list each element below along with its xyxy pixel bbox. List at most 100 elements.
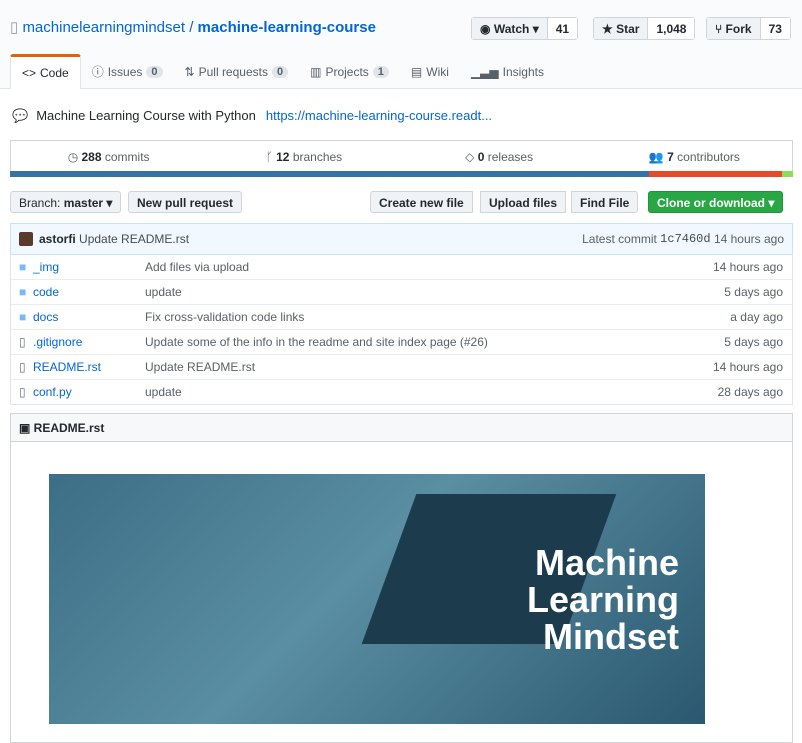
file-commit-message[interactable]: update bbox=[145, 385, 718, 399]
repo-title: ▯ machinelearningmindset / machine-learn… bbox=[10, 18, 376, 36]
releases-count: 0 bbox=[477, 150, 485, 164]
file-age: 5 days ago bbox=[724, 335, 783, 349]
comment-icon: 💬 bbox=[12, 108, 29, 123]
branch-label: Branch: bbox=[19, 196, 61, 210]
file-name[interactable]: .gitignore bbox=[33, 335, 145, 349]
tab-count: 0 bbox=[271, 65, 289, 78]
repo-icon: ▯ bbox=[10, 19, 19, 36]
repo-tabs: <> Code ⓘ Issues 0 ⇅ Pull requests 0 ▥ Project… bbox=[10, 54, 555, 89]
watch-label: Watch ▾ bbox=[493, 22, 539, 36]
branches-count: 12 bbox=[276, 150, 290, 164]
star-count[interactable]: 1,048 bbox=[647, 18, 695, 39]
homepage-link[interactable]: https://machine-learning-course.readt... bbox=[266, 108, 492, 124]
watch-count[interactable]: 41 bbox=[546, 18, 578, 39]
star-button[interactable]: ★ Star 1,048 bbox=[593, 17, 696, 40]
file-icon: ▯ bbox=[19, 335, 26, 349]
releases-label: releases bbox=[487, 150, 534, 164]
file-row[interactable]: ▯ README.rst Update README.rst 14 hours ago bbox=[11, 354, 792, 379]
readme-title: README.rst bbox=[33, 421, 105, 435]
wiki-icon: ▤ bbox=[410, 64, 423, 79]
new-pull-request-button[interactable]: New pull request bbox=[128, 191, 243, 213]
clone-download-button[interactable]: Clone or download ▾ bbox=[648, 191, 784, 213]
eye-icon: ◉ bbox=[480, 22, 494, 36]
file-commit-message[interactable]: Update some of the info in the readme an… bbox=[145, 335, 724, 349]
people-icon: 👥 bbox=[648, 150, 668, 164]
commit-sha[interactable]: 1c7460d bbox=[660, 232, 710, 246]
banner-line: Machine bbox=[534, 542, 679, 583]
branch-select[interactable]: Branch: master ▾ bbox=[10, 191, 122, 213]
avatar bbox=[19, 232, 33, 246]
file-commit-message[interactable]: Add files via upload bbox=[145, 260, 713, 274]
tab-label: Pull requests bbox=[198, 64, 268, 79]
history-icon: ◷ bbox=[67, 150, 82, 164]
tag-icon: ◇ bbox=[465, 150, 478, 164]
description-text: Machine Learning Course with Python bbox=[36, 108, 256, 123]
language-segment[interactable] bbox=[782, 171, 793, 177]
file-name[interactable]: code bbox=[33, 285, 145, 299]
latest-commit-bar: astorfi Update README.rst Latest commit … bbox=[10, 223, 793, 255]
tab-count: 1 bbox=[372, 65, 389, 78]
contributors-label: contributors bbox=[677, 150, 740, 164]
fork-label: Fork bbox=[725, 22, 752, 36]
banner-line: Mindset bbox=[542, 616, 679, 657]
pull-request-icon: ⇅ bbox=[184, 64, 195, 79]
branch-icon: ᚴ bbox=[265, 150, 277, 164]
owner-link[interactable]: machinelearningmindset bbox=[22, 19, 185, 36]
folder-icon: ■ bbox=[19, 285, 27, 299]
file-name[interactable]: README.rst bbox=[33, 360, 145, 374]
fork-count[interactable]: 73 bbox=[759, 18, 790, 39]
separator: / bbox=[189, 19, 194, 36]
tab-label: Projects bbox=[325, 64, 369, 79]
file-row[interactable]: ▯ conf.py update 28 days ago bbox=[11, 379, 792, 404]
file-age: 14 hours ago bbox=[712, 259, 783, 274]
tab-wiki[interactable]: ▤ Wiki bbox=[400, 54, 460, 89]
language-segment[interactable] bbox=[10, 171, 649, 177]
file-commit-message[interactable]: update bbox=[145, 285, 724, 299]
file-name[interactable]: _img bbox=[33, 260, 145, 274]
issue-icon: ⓘ bbox=[91, 65, 104, 79]
tab-code[interactable]: <> Code bbox=[10, 54, 81, 89]
fork-button[interactable]: ⑂ Fork 73 bbox=[706, 17, 791, 40]
code-icon: <> bbox=[22, 66, 37, 80]
tab-count: 0 bbox=[146, 65, 163, 78]
language-segment[interactable] bbox=[648, 171, 783, 177]
tab-pull-requests[interactable]: ⇅ Pull requests 0 bbox=[174, 54, 300, 89]
latest-commit-label: Latest commit bbox=[582, 232, 657, 246]
upload-files-button[interactable]: Upload files bbox=[480, 191, 567, 213]
file-row[interactable]: ■ code update 5 days ago bbox=[11, 279, 792, 304]
file-row[interactable]: ▯ .gitignore Update some of the info in th… bbox=[11, 329, 792, 354]
file-row[interactable]: ■ docs Fix cross-validation code links a da… bbox=[11, 304, 792, 329]
commit-message[interactable]: Update README.rst bbox=[79, 232, 189, 246]
banner-line: Learning bbox=[526, 579, 679, 620]
tab-projects[interactable]: ▥ Projects 1 bbox=[299, 54, 400, 89]
file-icon: ▯ bbox=[19, 385, 26, 399]
find-file-button[interactable]: Find File bbox=[571, 191, 639, 213]
tab-issues[interactable]: ⓘ Issues 0 bbox=[81, 54, 174, 89]
star-label: ★ Star bbox=[594, 18, 648, 39]
tab-insights[interactable]: ▁▃▅ Insights bbox=[460, 54, 555, 89]
tab-label: Wiki bbox=[426, 64, 449, 79]
file-commit-message[interactable]: Fix cross-validation code links bbox=[145, 310, 730, 324]
file-age: 14 hours ago bbox=[712, 360, 783, 374]
file-name[interactable]: conf.py bbox=[33, 385, 145, 399]
repo-description: 💬 Machine Learning Course with Python ht… bbox=[12, 108, 492, 124]
contributors-count: 7 bbox=[667, 150, 674, 164]
file-commit-message[interactable]: Update README.rst bbox=[145, 360, 713, 374]
commits-label: commits bbox=[104, 150, 150, 164]
file-age: 28 days ago bbox=[717, 385, 783, 399]
watch-button[interactable]: ◉ Watch ▾ 41 bbox=[471, 17, 579, 40]
tab-label: Insights bbox=[502, 64, 544, 79]
file-icon: ▯ bbox=[19, 360, 26, 374]
commit-author[interactable]: astorfi bbox=[39, 232, 76, 246]
language-bar[interactable] bbox=[10, 171, 793, 177]
book-icon: ▣ bbox=[19, 421, 34, 435]
file-age: a day ago bbox=[730, 310, 783, 324]
file-age: 5 days ago bbox=[724, 285, 783, 299]
folder-icon: ■ bbox=[19, 259, 27, 274]
file-row[interactable]: ■ _img Add files via upload 14 hours ago bbox=[11, 254, 792, 279]
graph-icon: ▁▃▅ bbox=[470, 64, 499, 79]
file-name[interactable]: docs bbox=[33, 310, 145, 324]
repo-link[interactable]: machine-learning-course bbox=[198, 19, 376, 36]
readme-banner-image: Machine Learning Mindset bbox=[49, 474, 705, 724]
create-new-file-button[interactable]: Create new file bbox=[370, 191, 473, 213]
